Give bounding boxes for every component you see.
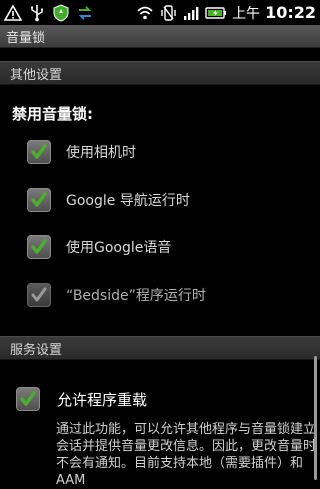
app-title: 音量锁 (6, 30, 46, 46)
checkbox-google-voice[interactable] (27, 235, 51, 259)
list-item-label: Google 导航运行时 (66, 193, 190, 209)
checkmark-icon (20, 391, 36, 406)
list-item-google-voice[interactable]: 使用Google语音 (0, 222, 320, 272)
scrollbar[interactable] (314, 356, 317, 480)
vibrate-icon (159, 4, 177, 22)
section-header-other: 其他设置 (0, 61, 320, 85)
battery-icon (205, 4, 227, 22)
allow-override-description: 通过此功能，可以允许其他程序与音量锁建立会话并提供音量更改信息。因此，更改音量时… (56, 422, 317, 488)
list-item-label: 使用Google语音 (66, 240, 172, 256)
checkbox-allow-override[interactable] (16, 387, 40, 411)
checkmark-icon (31, 287, 47, 302)
disable-group-label: 禁用音量锁: (12, 105, 93, 123)
list-item-allow-override[interactable]: 允许程序重载 (0, 374, 320, 424)
list-item-label: 使用相机时 (66, 145, 136, 161)
list-item-bedside[interactable]: “Bedside”程序运行时 (0, 270, 320, 320)
status-bar: 上午 10:22 (0, 0, 320, 25)
sync-icon (76, 4, 94, 22)
list-item-label: “Bedside”程序运行时 (66, 288, 206, 304)
section-header-service: 服务设置 (0, 336, 320, 360)
warning-icon (4, 3, 22, 22)
checkmark-icon (31, 144, 47, 159)
wifi-icon (136, 4, 154, 22)
status-time: 10:22 (265, 3, 316, 22)
checkmark-icon (31, 192, 47, 207)
shield-icon (52, 3, 70, 22)
checkbox-camera[interactable] (27, 140, 51, 164)
usb-icon (28, 4, 46, 22)
section-title-service: 服务设置 (10, 342, 63, 358)
checkbox-navigation[interactable] (27, 188, 51, 212)
signal-icon (182, 4, 200, 22)
list-item-navigation[interactable]: Google 导航运行时 (0, 175, 320, 225)
status-ampm: 上午 (232, 5, 261, 22)
checkbox-bedside[interactable] (27, 283, 51, 307)
section-title-other: 其他设置 (10, 67, 63, 83)
allow-override-title: 允许程序重载 (57, 390, 148, 409)
list-item-camera[interactable]: 使用相机时 (0, 127, 320, 177)
title-bar: 音量锁 (0, 25, 320, 48)
checkmark-icon (31, 239, 47, 254)
